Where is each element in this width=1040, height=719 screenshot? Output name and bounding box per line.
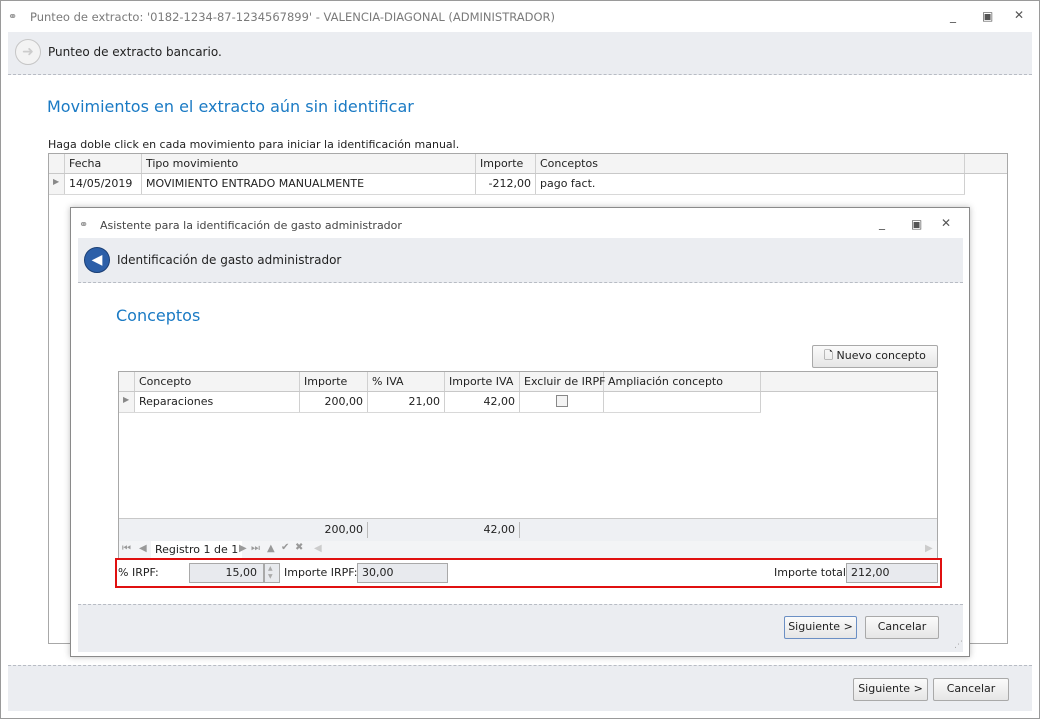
totals-row: 200,00 42,00 — [119, 518, 937, 541]
dialog-cancel-button[interactable]: Cancelar — [865, 616, 939, 639]
document-icon: 🗋 — [824, 349, 834, 362]
row-indicator-icon: ▶ — [119, 392, 135, 412]
link-icon: ⚭ — [8, 10, 18, 23]
minimize-button[interactable]: _ — [950, 9, 956, 23]
cell-excluir-irpf — [520, 392, 604, 412]
total-importe-iva: 42,00 — [445, 522, 520, 538]
check-icon[interactable]: ✔ — [281, 542, 289, 553]
cell-importe: -212,00 — [476, 174, 536, 194]
excluir-irpf-checkbox[interactable] — [555, 395, 568, 407]
wizard-dialog: ⚭ Asistente para la identificación de ga… — [70, 207, 970, 657]
irpf-spin-icon[interactable]: ▲ ▼ — [264, 563, 280, 583]
col-tipo[interactable]: Tipo movimiento — [142, 154, 476, 173]
grid-header: Fecha Tipo movimiento Importe Conceptos — [49, 154, 1007, 174]
next-record-icon[interactable]: ▶ — [239, 543, 247, 554]
scroll-right-icon[interactable]: ▶ — [925, 543, 933, 554]
new-concept-button[interactable]: 🗋 Nuevo concepto — [812, 345, 938, 368]
importe-irpf-field: 30,00 — [357, 563, 448, 583]
cell-fecha: 14/05/2019 — [65, 174, 142, 194]
link-icon: ⚭ — [79, 218, 89, 231]
back-arrow-icon: ◀ — [91, 252, 103, 268]
hint-text: Haga doble click en cada movimiento para… — [48, 138, 460, 151]
grid-navigator: ⏮ ◀ Registro 1 de 1 ▶ ⏭ ▲ ✔ ✖ ◀ ▶ — [119, 541, 937, 558]
up-icon[interactable]: ▲ — [267, 543, 275, 554]
col-fecha[interactable]: Fecha — [65, 154, 142, 173]
col-importe-iva[interactable]: Importe IVA — [445, 372, 520, 391]
dialog-close-button[interactable]: ✕ — [941, 216, 951, 230]
cell-tipo: MOVIMIENTO ENTRADO MANUALMENTE — [142, 174, 476, 194]
table-row[interactable]: ▶ Reparaciones 200,00 21,00 42,00 — [119, 392, 761, 413]
back-arrow-icon: ➜ — [22, 44, 34, 60]
col-iva[interactable]: % IVA — [368, 372, 445, 391]
total-importe: 200,00 — [300, 522, 368, 538]
cell-importe[interactable]: 200,00 — [300, 392, 368, 412]
close-button[interactable]: ✕ — [1014, 8, 1024, 22]
cell-ampliacion[interactable] — [604, 392, 761, 412]
cancel-button[interactable]: Cancelar — [933, 678, 1009, 701]
dialog-title: Asistente para la identificación de gast… — [100, 219, 402, 232]
cell-conceptos: pago fact. — [536, 174, 965, 194]
irpf-label: % IRPF: — [118, 566, 159, 579]
scroll-left-icon[interactable]: ◀ — [314, 543, 322, 554]
total-field: 212,00 — [846, 563, 938, 583]
dialog-next-button[interactable]: Siguiente > — [784, 616, 857, 639]
col-importe[interactable]: Importe — [476, 154, 536, 173]
window-title: Punteo de extracto: '0182-1234-87-123456… — [30, 10, 556, 24]
importe-irpf-label: Importe IRPF: — [284, 566, 358, 579]
dialog-back-button[interactable]: ◀ — [84, 247, 110, 273]
dialog-heading: Conceptos — [116, 306, 201, 325]
col-excluir-irpf[interactable]: Excluir de IRPF — [520, 372, 606, 391]
next-button[interactable]: Siguiente > — [853, 678, 928, 701]
row-indicator-icon: ▶ — [49, 174, 65, 194]
col-importe[interactable]: Importe — [300, 372, 368, 391]
page-heading: Movimientos en el extracto aún sin ident… — [47, 97, 414, 116]
table-row[interactable]: ▶ 14/05/2019 MOVIMIENTO ENTRADO MANUALME… — [49, 174, 965, 195]
dialog-header: Identificación de gasto administrador — [117, 253, 342, 267]
cancel-edit-icon[interactable]: ✖ — [295, 542, 303, 553]
concepts-grid: Concepto Importe % IVA Importe IVA Exclu… — [118, 371, 938, 559]
record-indicator: Registro 1 de 1 — [151, 541, 243, 558]
cell-iva[interactable]: 21,00 — [368, 392, 445, 412]
prev-record-icon[interactable]: ◀ — [139, 543, 147, 554]
total-label: Importe total: — [774, 566, 850, 579]
col-ampliacion[interactable]: Ampliación concepto — [604, 372, 761, 391]
first-record-icon[interactable]: ⏮ — [122, 543, 131, 554]
dialog-minimize-button[interactable]: _ — [879, 216, 885, 230]
col-conceptos[interactable]: Conceptos — [536, 154, 965, 173]
last-record-icon[interactable]: ⏭ — [251, 543, 260, 554]
col-concepto[interactable]: Concepto — [135, 372, 300, 391]
dialog-maximize-button[interactable]: ▣ — [911, 217, 922, 231]
cell-concepto: Reparaciones — [135, 392, 300, 412]
page-header: Punteo de extracto bancario. — [48, 45, 222, 59]
back-button[interactable]: ➜ — [15, 39, 41, 65]
resize-grip-icon[interactable]: ⋰ — [954, 640, 963, 650]
maximize-button[interactable]: ▣ — [982, 9, 993, 23]
irpf-input[interactable]: 15,00 — [189, 563, 264, 583]
cell-importe-iva: 42,00 — [445, 392, 520, 412]
